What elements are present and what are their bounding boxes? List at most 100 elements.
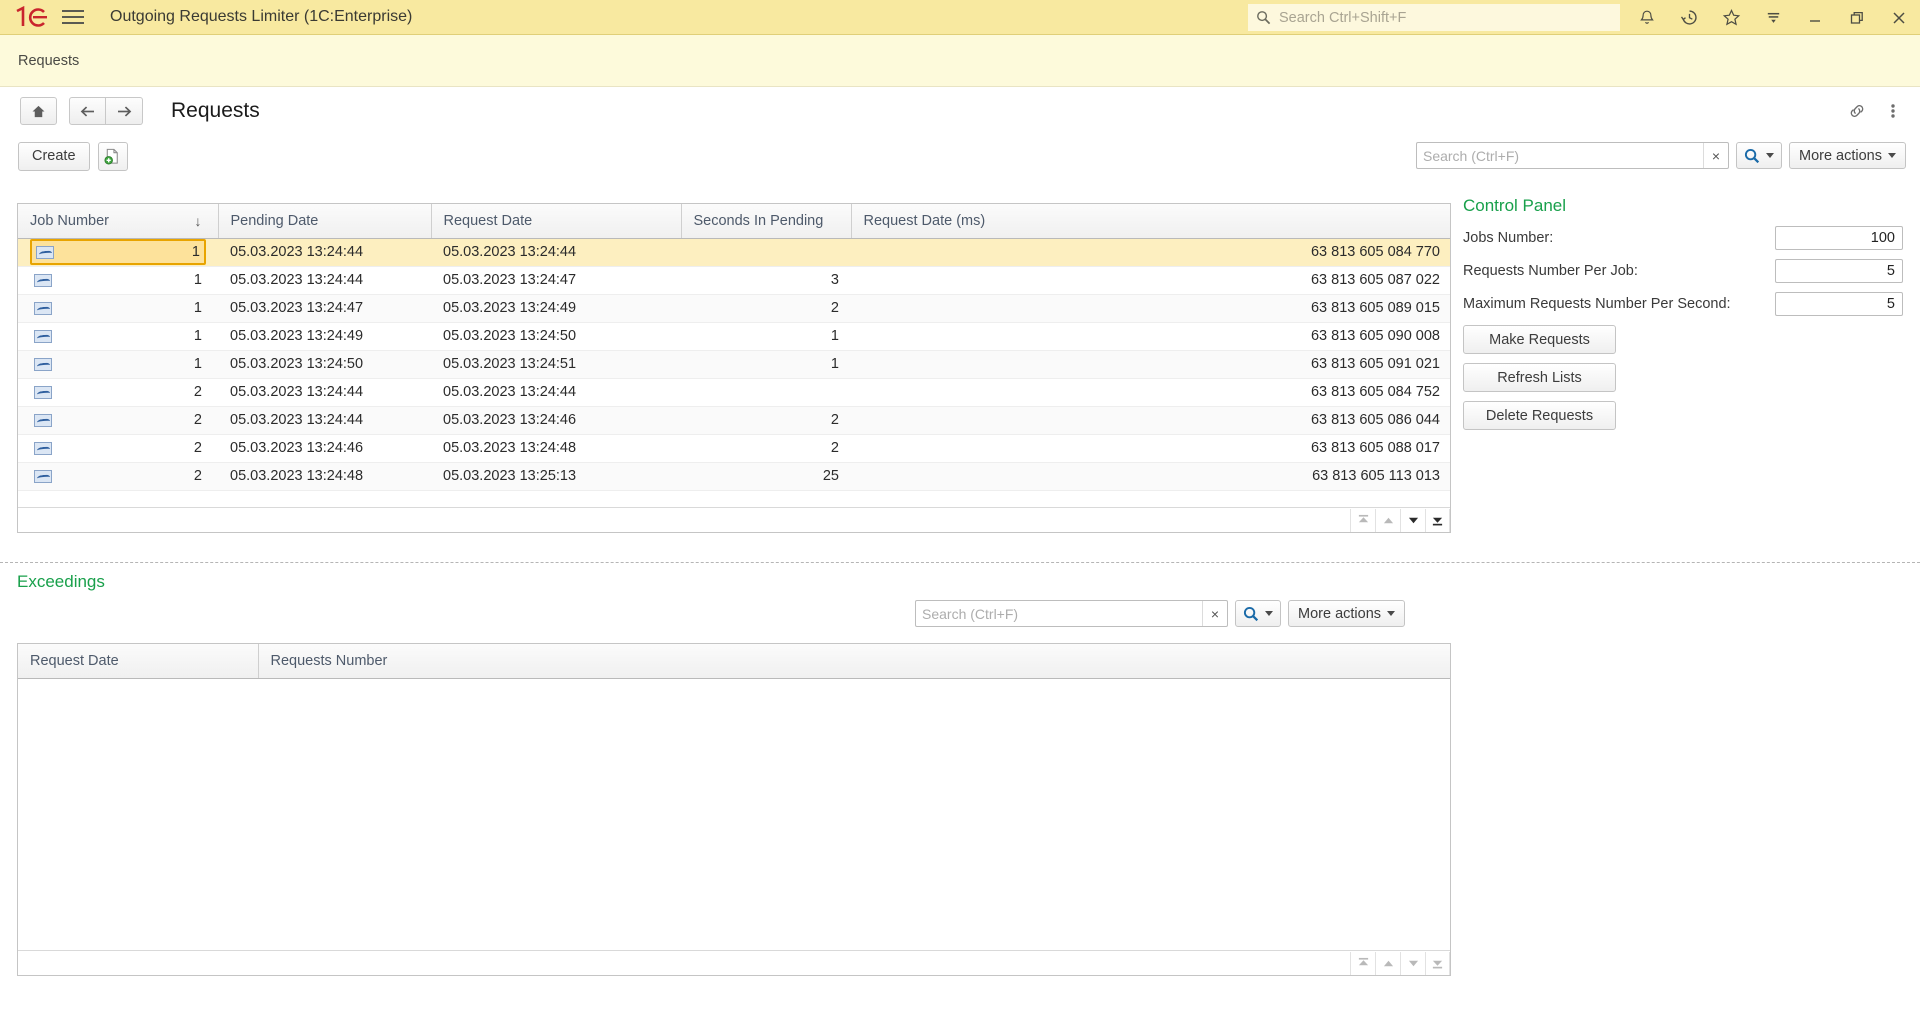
exceedings-table[interactable]: Request Date Requests Number xyxy=(17,643,1451,976)
scroll-down-button[interactable] xyxy=(1400,508,1425,532)
filter-icon[interactable] xyxy=(1752,0,1794,35)
cell-request-date-ms[interactable]: 63 813 605 084 752 xyxy=(851,378,1450,407)
cell-request-date[interactable]: 05.03.2023 13:24:47 xyxy=(431,266,681,295)
requests-per-job-input[interactable] xyxy=(1775,259,1903,283)
table-row[interactable]: 2 05.03.2023 13:24:44 05.03.2023 13:24:46 2… xyxy=(18,406,1450,435)
cell-seconds-in-pending[interactable] xyxy=(681,378,851,407)
column-header-pending-date[interactable]: Pending Date xyxy=(218,204,432,239)
cell-job-number[interactable]: 2 xyxy=(18,378,218,407)
cell-seconds-in-pending[interactable]: 25 xyxy=(681,462,851,491)
cell-request-date-ms[interactable]: 63 813 605 090 008 xyxy=(851,322,1450,351)
cell-pending-date[interactable]: 05.03.2023 13:24:46 xyxy=(218,434,431,463)
column-header-seconds-in-pending[interactable]: Seconds In Pending xyxy=(681,204,852,239)
back-button[interactable] xyxy=(69,97,106,125)
requests-search-box[interactable]: × xyxy=(1415,142,1729,169)
cell-request-date-ms[interactable]: 63 813 605 113 013 xyxy=(851,462,1450,491)
column-header-request-date[interactable]: Request Date xyxy=(18,644,259,679)
cell-job-number[interactable]: 2 xyxy=(18,462,218,491)
requests-search-input[interactable] xyxy=(1416,143,1703,168)
create-button[interactable]: Create xyxy=(18,141,90,171)
column-header-requests-number[interactable]: Requests Number xyxy=(258,644,1450,679)
forward-button[interactable] xyxy=(106,97,143,125)
home-button[interactable] xyxy=(20,97,57,125)
table-row[interactable]: 1 05.03.2023 13:24:44 05.03.2023 13:24:47 3… xyxy=(18,266,1450,295)
table-row[interactable]: 1 05.03.2023 13:24:49 05.03.2023 13:24:50 1… xyxy=(18,322,1450,351)
cell-request-date-ms[interactable]: 63 813 605 088 017 xyxy=(851,434,1450,463)
cell-pending-date[interactable]: 05.03.2023 13:24:44 xyxy=(218,406,431,435)
1c-logo-icon[interactable] xyxy=(14,6,48,28)
table-row[interactable]: 2 05.03.2023 13:24:44 05.03.2023 13:24:44 6… xyxy=(18,378,1450,407)
cell-seconds-in-pending[interactable]: 1 xyxy=(681,350,851,379)
global-search-box[interactable]: Search Ctrl+Shift+F xyxy=(1248,4,1620,31)
cell-seconds-in-pending[interactable]: 1 xyxy=(681,322,851,351)
cell-pending-date[interactable]: 05.03.2023 13:24:44 xyxy=(218,238,431,267)
requests-search-clear-button[interactable]: × xyxy=(1702,143,1728,168)
cell-pending-date[interactable]: 05.03.2023 13:24:44 xyxy=(218,266,431,295)
jobs-number-input[interactable] xyxy=(1775,226,1903,250)
cell-pending-date[interactable]: 05.03.2023 13:24:49 xyxy=(218,322,431,351)
delete-requests-button[interactable]: Delete Requests xyxy=(1463,401,1616,430)
cell-job-number[interactable]: 2 xyxy=(18,406,218,435)
table-row[interactable]: 2 05.03.2023 13:24:46 05.03.2023 13:24:48 2… xyxy=(18,434,1450,463)
make-requests-button[interactable]: Make Requests xyxy=(1463,325,1616,354)
requests-search-options-button[interactable] xyxy=(1735,142,1782,169)
cell-request-date-ms[interactable]: 63 813 605 084 770 xyxy=(851,238,1450,267)
exceedings-more-actions-button[interactable]: More actions xyxy=(1288,600,1406,627)
requests-table[interactable]: Job Number ↓ Pending Date Request Date S… xyxy=(17,203,1451,533)
cell-pending-date[interactable]: 05.03.2023 13:24:44 xyxy=(218,378,431,407)
cell-request-date-ms[interactable]: 63 813 605 089 015 xyxy=(851,294,1450,323)
cell-job-number[interactable]: 1 xyxy=(18,266,218,295)
exceedings-search-box[interactable]: × xyxy=(915,600,1228,627)
cell-request-date-ms[interactable]: 63 813 605 087 022 xyxy=(851,266,1450,295)
exceedings-search-input[interactable] xyxy=(916,601,1202,626)
cell-request-date[interactable]: 05.03.2023 13:25:13 xyxy=(431,462,681,491)
cell-request-date[interactable]: 05.03.2023 13:24:48 xyxy=(431,434,681,463)
cell-pending-date[interactable]: 05.03.2023 13:24:47 xyxy=(218,294,431,323)
cell-seconds-in-pending[interactable] xyxy=(681,238,851,267)
exceedings-search-options-button[interactable] xyxy=(1235,600,1281,627)
table-row[interactable]: 1 05.03.2023 13:24:44 05.03.2023 13:24:44 6… xyxy=(18,238,1450,267)
kebab-menu-icon[interactable] xyxy=(1878,96,1908,126)
horizontal-splitter[interactable] xyxy=(0,562,1920,563)
cell-request-date[interactable]: 05.03.2023 13:24:44 xyxy=(431,378,681,407)
cell-seconds-in-pending[interactable]: 2 xyxy=(681,406,851,435)
cell-request-date[interactable]: 05.03.2023 13:24:46 xyxy=(431,406,681,435)
requests-more-actions-button[interactable]: More actions xyxy=(1788,142,1906,169)
table-row[interactable]: 1 05.03.2023 13:24:47 05.03.2023 13:24:49 2… xyxy=(18,294,1450,323)
link-icon[interactable] xyxy=(1842,96,1872,126)
cell-job-number[interactable]: 2 xyxy=(18,434,218,463)
max-requests-per-second-input[interactable] xyxy=(1775,292,1903,316)
cell-seconds-in-pending[interactable]: 2 xyxy=(681,434,851,463)
table-row[interactable]: 2 05.03.2023 13:24:48 05.03.2023 13:25:13 2… xyxy=(18,462,1450,491)
close-button[interactable] xyxy=(1878,0,1920,35)
column-header-job-number[interactable]: Job Number ↓ xyxy=(18,204,219,239)
breadcrumb-item-requests[interactable]: Requests xyxy=(18,53,79,69)
cell-request-date-ms[interactable]: 63 813 605 086 044 xyxy=(851,406,1450,435)
table-row[interactable]: 1 05.03.2023 13:24:50 05.03.2023 13:24:51 1… xyxy=(18,350,1450,379)
cell-request-date[interactable]: 05.03.2023 13:24:51 xyxy=(431,350,681,379)
cell-job-number[interactable]: 1 xyxy=(18,322,218,351)
cell-job-number[interactable]: 1 xyxy=(18,238,218,267)
cell-pending-date[interactable]: 05.03.2023 13:24:50 xyxy=(218,350,431,379)
cell-job-number[interactable]: 1 xyxy=(18,350,218,379)
hamburger-menu-icon[interactable] xyxy=(62,6,88,28)
cell-seconds-in-pending[interactable]: 2 xyxy=(681,294,851,323)
cell-request-date[interactable]: 05.03.2023 13:24:44 xyxy=(431,238,681,267)
cell-pending-date[interactable]: 05.03.2023 13:24:48 xyxy=(218,462,431,491)
exceedings-search-clear-button[interactable]: × xyxy=(1202,601,1227,626)
refresh-lists-button[interactable]: Refresh Lists xyxy=(1463,363,1616,392)
restore-button[interactable] xyxy=(1836,0,1878,35)
cell-request-date[interactable]: 05.03.2023 13:24:49 xyxy=(431,294,681,323)
cell-request-date[interactable]: 05.03.2023 13:24:50 xyxy=(431,322,681,351)
cell-seconds-in-pending[interactable]: 3 xyxy=(681,266,851,295)
create-new-document-icon[interactable] xyxy=(97,141,128,171)
history-clock-icon[interactable] xyxy=(1668,0,1710,35)
cell-request-date-ms[interactable]: 63 813 605 091 021 xyxy=(851,350,1450,379)
cell-job-number[interactable]: 1 xyxy=(18,294,218,323)
column-header-request-date[interactable]: Request Date xyxy=(431,204,682,239)
favorites-star-icon[interactable] xyxy=(1710,0,1752,35)
scroll-to-last-button[interactable] xyxy=(1425,508,1450,532)
notifications-bell-icon[interactable] xyxy=(1626,0,1668,35)
minimize-button[interactable] xyxy=(1794,0,1836,35)
column-header-request-date-ms[interactable]: Request Date (ms) xyxy=(851,204,1450,239)
